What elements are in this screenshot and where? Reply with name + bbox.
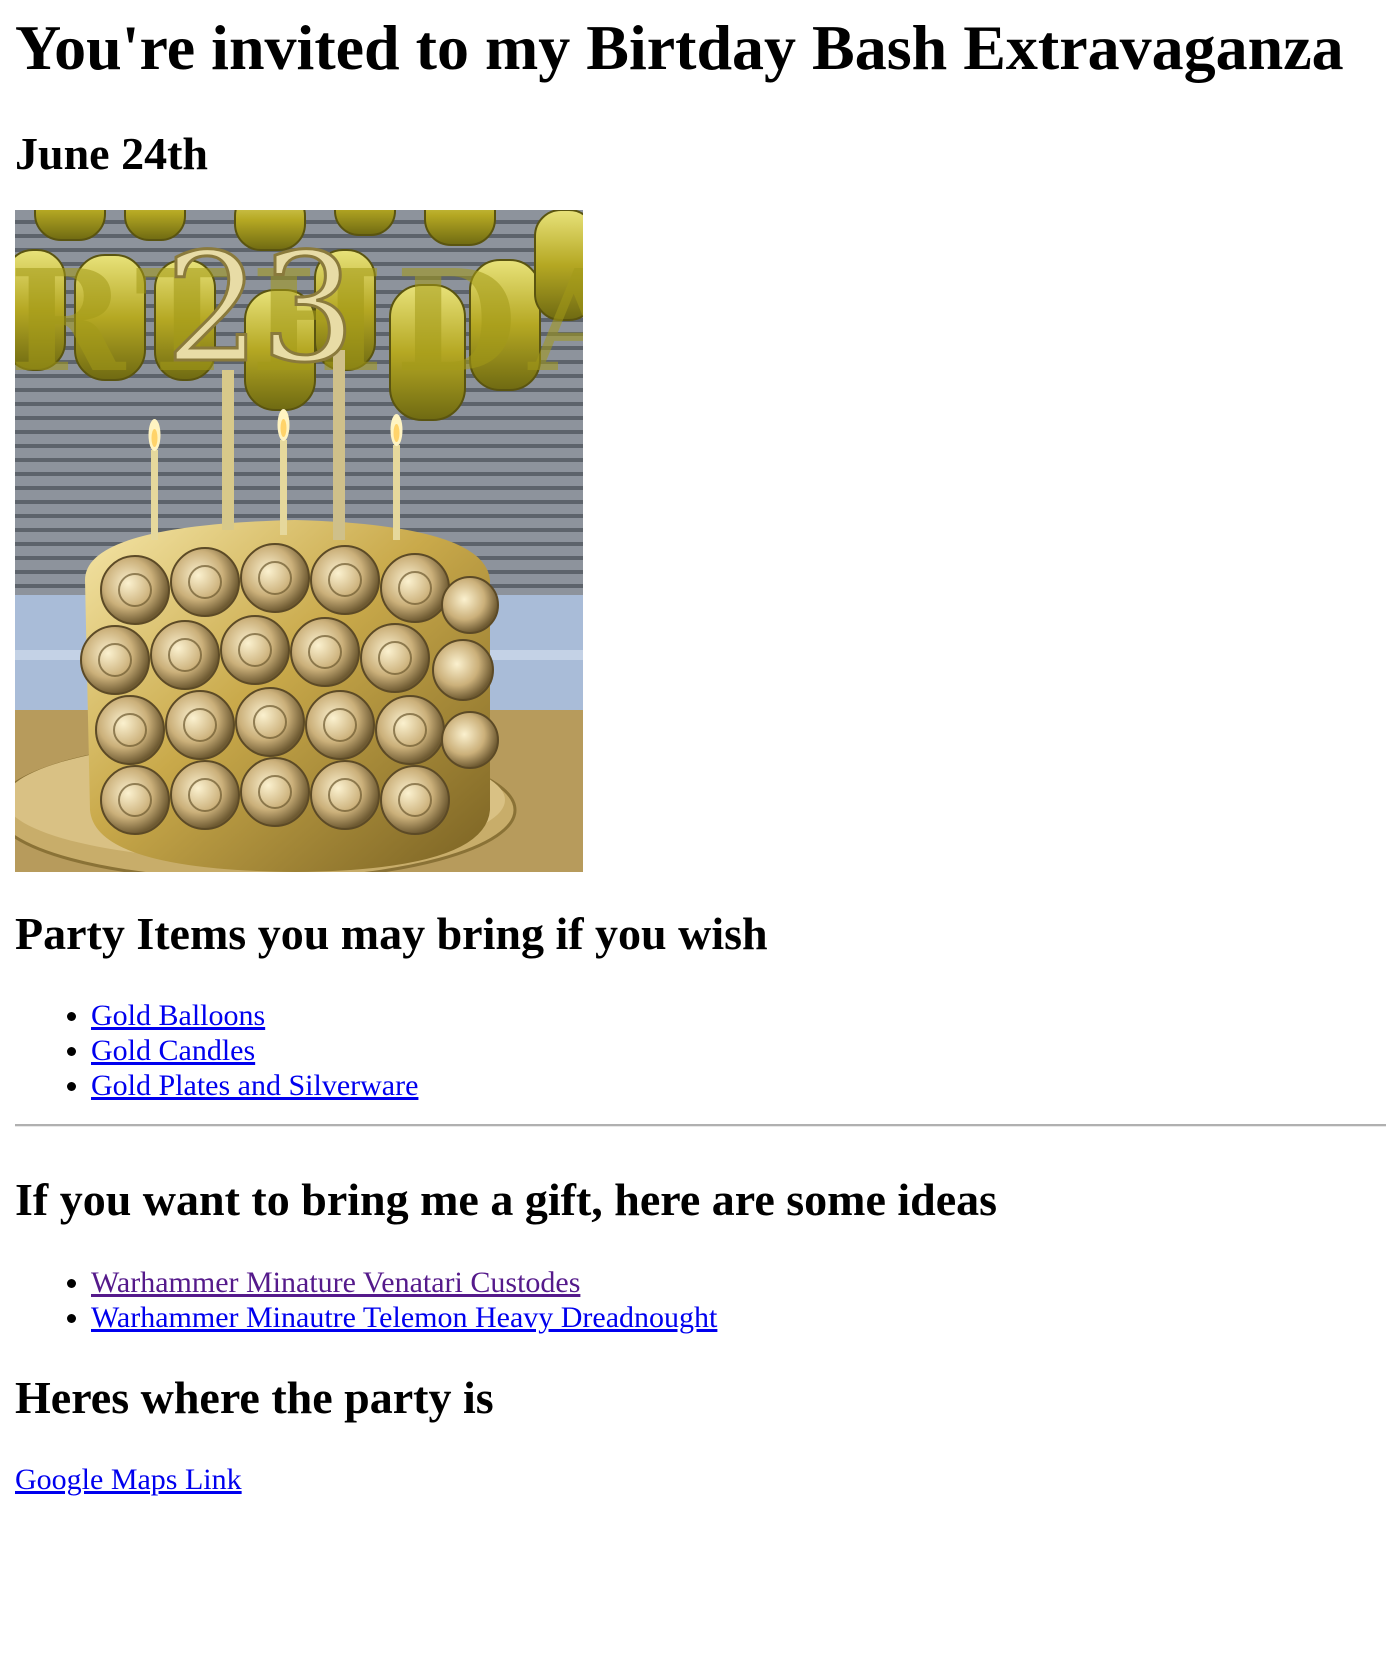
cake-topper-number: 23 bbox=[165, 222, 356, 396]
list-item: Gold Plates and Silverware bbox=[91, 1068, 418, 1103]
list-item: Warhammer Minature Venatari Custodes bbox=[91, 1265, 717, 1300]
google-maps-link[interactable]: Google Maps Link bbox=[15, 1462, 242, 1497]
party-date: June 24th bbox=[15, 128, 208, 179]
gold-balloons-link[interactable]: Gold Balloons bbox=[91, 999, 265, 1032]
gift-ideas-heading: If you want to bring me a gift, here are… bbox=[15, 1174, 998, 1225]
party-items-heading: Party Items you may bring if you wish bbox=[15, 908, 768, 959]
birthday-cake-image: RTHDA bbox=[15, 210, 583, 872]
telemon-dreadnought-link[interactable]: Warhammer Minautre Telemon Heavy Dreadno… bbox=[91, 1301, 717, 1334]
list-item: Gold Candles bbox=[91, 1033, 418, 1068]
gold-plates-link[interactable]: Gold Plates and Silverware bbox=[91, 1069, 418, 1102]
page-title: You're invited to my Birtday Bash Extrav… bbox=[15, 12, 1344, 83]
gift-ideas-list: Warhammer Minature Venatari Custodes War… bbox=[15, 1265, 717, 1335]
venatari-custodes-link[interactable]: Warhammer Minature Venatari Custodes bbox=[91, 1266, 580, 1299]
party-items-list: Gold Balloons Gold Candles Gold Plates a… bbox=[15, 998, 418, 1103]
location-heading: Heres where the party is bbox=[15, 1372, 494, 1423]
divider bbox=[15, 1124, 1386, 1127]
list-item: Gold Balloons bbox=[91, 998, 418, 1033]
gold-candles-link[interactable]: Gold Candles bbox=[91, 1034, 255, 1067]
list-item: Warhammer Minautre Telemon Heavy Dreadno… bbox=[91, 1300, 717, 1335]
